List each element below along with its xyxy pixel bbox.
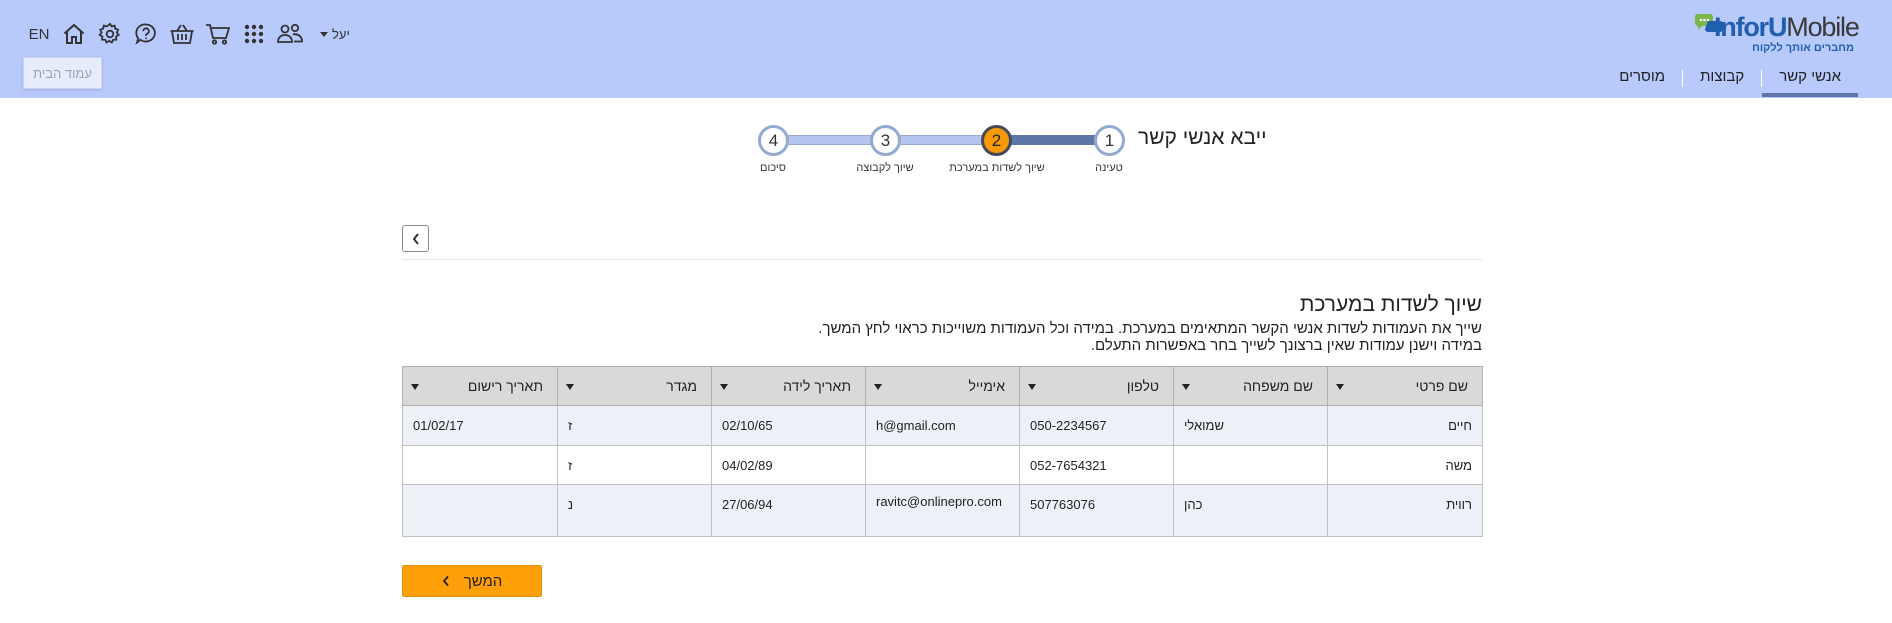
chevron-down-icon xyxy=(320,31,328,37)
dropdown-arrow-icon xyxy=(1182,384,1190,390)
table-cell xyxy=(865,445,1020,485)
table-header-row: שם פרטי שם משפחה טלפון אימייל תאריך לידה… xyxy=(402,366,1483,406)
nav-tab-groups[interactable]: קבוצות xyxy=(1683,66,1761,93)
nav-tab-senders[interactable]: מוסרים xyxy=(1602,66,1682,93)
field-select-gender[interactable]: מגדר xyxy=(557,366,712,406)
section-description-line-2: במידה וישנן עמודות שאין ברצונך לשייך בחר… xyxy=(1090,337,1482,354)
user-select[interactable]: יעל xyxy=(320,20,350,48)
table-cell: 04/02/89 xyxy=(711,445,866,485)
table-cell: חיים xyxy=(1327,405,1483,446)
language-toggle[interactable]: EN xyxy=(22,20,56,48)
table-cell: שמואלי xyxy=(1173,405,1328,446)
wizard-step-3-label: שיוך לקבוצה xyxy=(856,162,914,174)
wizard-step-2: 2 xyxy=(981,125,1012,156)
app-header: InforUMobile מחברים אותך ללקוח אנשי קשר … xyxy=(0,0,1892,98)
table-cell xyxy=(402,484,558,537)
field-mapping-table: שם פרטי שם משפחה טלפון אימייל תאריך לידה… xyxy=(402,366,1483,537)
users-icon[interactable] xyxy=(272,20,308,48)
table-row: רווית כהן 507763076 ravitc@onlinepro.com… xyxy=(402,484,1483,537)
dropdown-arrow-icon xyxy=(874,384,882,390)
table-cell: 02/10/65 xyxy=(711,405,866,446)
table-cell xyxy=(402,445,558,485)
apps-grid-icon[interactable] xyxy=(236,20,272,48)
field-select-birth-date[interactable]: תאריך לידה xyxy=(711,366,866,406)
wizard-step-4: 4 xyxy=(758,125,789,156)
field-select-last-name[interactable]: שם משפחה xyxy=(1173,366,1328,406)
dropdown-arrow-icon xyxy=(1336,384,1344,390)
dropdown-arrow-icon xyxy=(720,384,728,390)
dropdown-arrow-icon xyxy=(566,384,574,390)
table-cell xyxy=(1173,445,1328,485)
table-cell: 050-2234567 xyxy=(1019,405,1174,446)
wizard-step-4-label: סיכום xyxy=(760,162,786,174)
brand-logo[interactable]: InforUMobile מחברים אותך ללקוח xyxy=(1694,12,1860,54)
home-tooltip: עמוד הבית xyxy=(23,57,102,89)
table-cell: כהן xyxy=(1173,484,1328,537)
home-icon[interactable] xyxy=(56,20,92,48)
chevron-left-icon xyxy=(442,575,449,587)
field-select-email[interactable]: אימייל xyxy=(865,366,1020,406)
section-description: שייך את העמודות לשדות אנשי הקשר המתאימים… xyxy=(818,320,1482,354)
logo-wordmark: InforUMobile xyxy=(1714,12,1860,42)
top-toolbar: EN יעל xyxy=(22,20,350,48)
chevron-left-icon xyxy=(412,232,419,245)
table-cell: 01/02/17 xyxy=(402,405,558,446)
table-cell: ז xyxy=(557,405,712,446)
section-divider xyxy=(402,259,1482,260)
table-cell: ז xyxy=(557,445,712,485)
table-row: משה 052-7654321 04/02/89 ז xyxy=(402,445,1483,485)
table-cell: 052-7654321 xyxy=(1019,445,1174,485)
wizard-title: ייבא אנשי קשר xyxy=(1138,126,1267,149)
table-cell: 27/06/94 xyxy=(711,484,866,537)
field-select-registration-date[interactable]: תאריך רישום xyxy=(402,366,558,406)
wizard-step-2-label: שיוך לשדות במערכת xyxy=(949,162,1045,174)
main-nav: אנשי קשר קבוצות מוסרים xyxy=(1602,66,1858,98)
dropdown-arrow-icon xyxy=(1028,384,1036,390)
back-button[interactable] xyxy=(402,225,429,252)
wizard-step-3: 3 xyxy=(870,125,901,156)
table-cell: ravitc@onlinepro.com xyxy=(865,484,1020,537)
table-cell: 507763076 xyxy=(1019,484,1174,537)
continue-button[interactable]: המשך xyxy=(402,565,542,597)
wizard-step-1: 1 xyxy=(1094,125,1125,156)
field-select-phone[interactable]: טלפון xyxy=(1019,366,1174,406)
table-cell: h@gmail.com xyxy=(865,405,1020,446)
user-name: יעל xyxy=(332,26,350,42)
settings-icon[interactable] xyxy=(92,20,128,48)
dropdown-arrow-icon xyxy=(411,384,419,390)
basket-icon[interactable] xyxy=(164,20,200,48)
nav-tab-contacts[interactable]: אנשי קשר xyxy=(1762,66,1858,97)
table-row: חיים שמואלי 050-2234567 h@gmail.com 02/1… xyxy=(402,405,1483,446)
table-cell: משה xyxy=(1327,445,1483,485)
table-cell: נ xyxy=(557,484,712,537)
table-cell: רווית xyxy=(1327,484,1483,537)
cart-icon[interactable] xyxy=(200,20,236,48)
help-icon[interactable] xyxy=(128,20,164,48)
section-description-line-1: שייך את העמודות לשדות אנשי הקשר המתאימים… xyxy=(818,320,1482,337)
section-title: שיוך לשדות במערכת xyxy=(1299,293,1482,316)
continue-label: המשך xyxy=(463,572,503,590)
field-select-first-name[interactable]: שם פרטי xyxy=(1327,366,1483,406)
logo-tagline: מחברים אותך ללקוח xyxy=(1752,42,1854,54)
wizard-step-1-label: טעינה xyxy=(1095,162,1123,174)
